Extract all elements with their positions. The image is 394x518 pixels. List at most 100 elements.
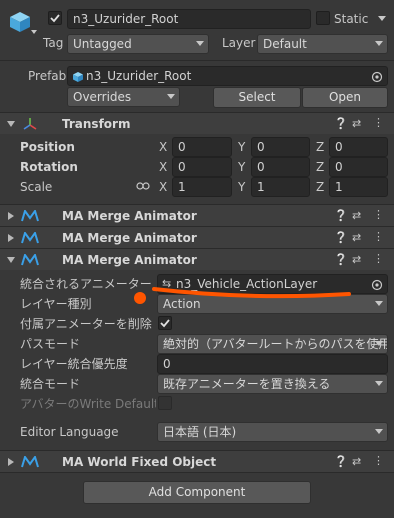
transform-icon [22, 116, 38, 135]
icon-dropdown-arrow-icon[interactable] [31, 30, 37, 34]
modular-avatar-icon [21, 456, 39, 468]
layer-type-dropdown[interactable]: Action [157, 294, 388, 314]
position-label: Position [20, 140, 75, 154]
chevron-down-icon [375, 301, 383, 306]
foldout-open-icon[interactable] [7, 257, 15, 263]
layer-value: Default [263, 37, 307, 51]
open-button[interactable]: Open [302, 87, 388, 108]
rotation-z-field[interactable]: 0 [329, 157, 388, 177]
prefab-label: Prefab [28, 69, 67, 83]
rotation-y-label[interactable]: Y [238, 161, 245, 173]
help-icon[interactable]: ❔ [334, 253, 348, 267]
transform-title: Transform [62, 117, 131, 131]
help-icon[interactable]: ❔ [334, 209, 348, 223]
footer-divider [0, 472, 394, 473]
position-x-label[interactable]: X [159, 141, 167, 153]
merge-animator-title-3: MA Merge Animator [62, 253, 197, 267]
editor-language-dropdown[interactable]: 日本語 (日本) [157, 422, 388, 442]
scale-x-field[interactable]: 1 [172, 177, 232, 197]
scale-z-field[interactable]: 1 [329, 177, 388, 197]
foldout-open-icon[interactable] [7, 121, 15, 127]
merge-animator-header-3[interactable]: MA Merge Animator ❔ ⇄ ⋮ [0, 248, 394, 270]
prefab-field[interactable]: n3_Uzurider_Root [67, 66, 388, 86]
path-mode-dropdown[interactable]: 絶対的（アバタールートからのパスを使用） [157, 334, 388, 354]
scale-label: Scale [20, 180, 53, 194]
constrain-proportions-icon[interactable] [136, 180, 150, 195]
layer-label: Layer [222, 36, 256, 50]
animator-controller-icon: ⇆ [162, 277, 172, 290]
layer-type-value: Action [163, 297, 201, 311]
position-z-label[interactable]: Z [316, 141, 324, 153]
merge-mode-label: 統合モード [20, 377, 81, 391]
more-menu-icon[interactable]: ⋮ [373, 252, 384, 266]
position-y-field[interactable]: 0 [251, 137, 310, 157]
chevron-down-icon [196, 41, 204, 46]
delete-attached-checkbox[interactable] [158, 316, 172, 330]
preset-icon[interactable]: ⇄ [352, 209, 361, 223]
modular-avatar-icon [21, 254, 39, 266]
preset-icon[interactable]: ⇄ [352, 253, 361, 267]
merge-animator-header-1[interactable]: MA Merge Animator ❔ ⇄ ⋮ [0, 204, 394, 226]
position-z-field[interactable]: 0 [329, 137, 388, 157]
animator-field[interactable]: ⇆ n3_Vehicle_ActionLayer [157, 274, 388, 294]
select-button[interactable]: Select [213, 87, 301, 108]
rotation-x-label[interactable]: X [159, 161, 167, 173]
rotation-x-field[interactable]: 0 [172, 157, 232, 177]
modular-avatar-icon [21, 232, 39, 244]
modular-avatar-icon [21, 210, 39, 222]
scale-z-label[interactable]: Z [316, 181, 324, 193]
more-menu-icon[interactable]: ⋮ [373, 208, 384, 222]
object-picker-icon[interactable] [371, 70, 383, 85]
tag-value: Untagged [73, 37, 132, 51]
write-defaults-label: アバターのWrite Defaults設 [20, 398, 156, 410]
preset-icon[interactable]: ⇄ [352, 117, 361, 131]
merge-mode-dropdown[interactable]: 既存アニメーターを置き換える [157, 374, 388, 394]
preset-icon[interactable]: ⇄ [352, 231, 361, 245]
static-dropdown-arrow-icon[interactable] [378, 16, 386, 21]
write-defaults-checkbox [158, 396, 172, 410]
editor-language-value: 日本語 (日本) [163, 425, 237, 439]
more-menu-icon[interactable]: ⋮ [373, 230, 384, 244]
static-checkbox[interactable] [316, 11, 330, 25]
layer-dropdown[interactable]: Default [257, 34, 388, 54]
rotation-y-field[interactable]: 0 [251, 157, 310, 177]
chevron-down-icon [375, 341, 383, 346]
help-icon[interactable]: ❔ [334, 231, 348, 245]
scale-y-label[interactable]: Y [238, 181, 245, 193]
object-name-field[interactable]: n3_Uzurider_Root [67, 9, 311, 29]
foldout-closed-icon[interactable] [8, 212, 14, 220]
animator-value: n3_Vehicle_ActionLayer [176, 277, 318, 291]
foldout-closed-icon[interactable] [8, 234, 14, 242]
layer-priority-label: レイヤー統合優先度 [20, 357, 128, 371]
object-picker-icon[interactable] [371, 278, 383, 293]
animator-label: 統合されるアニメーター [20, 277, 152, 291]
overrides-dropdown[interactable]: Overrides [67, 87, 180, 107]
scale-y-field[interactable]: 1 [251, 177, 310, 197]
delete-attached-label: 付属アニメーターを削除 [20, 317, 152, 331]
editor-language-label: Editor Language [20, 425, 119, 439]
merge-animator-title-2: MA Merge Animator [62, 231, 197, 245]
layer-priority-field[interactable]: 0 [157, 354, 388, 374]
more-menu-icon[interactable]: ⋮ [373, 116, 384, 130]
help-icon[interactable]: ❔ [334, 455, 348, 469]
preset-icon[interactable]: ⇄ [352, 455, 361, 469]
foldout-closed-icon[interactable] [8, 458, 14, 466]
annotation-dot [134, 292, 146, 304]
transform-header[interactable]: Transform ❔ ⇄ ⋮ [0, 112, 394, 134]
scale-x-label[interactable]: X [159, 181, 167, 193]
world-fixed-header[interactable]: MA World Fixed Object ❔ ⇄ ⋮ [0, 450, 394, 472]
rotation-z-label[interactable]: Z [316, 161, 324, 173]
chevron-down-icon [167, 94, 175, 99]
more-menu-icon[interactable]: ⋮ [373, 454, 384, 468]
chevron-down-icon [375, 429, 383, 434]
merge-mode-value: 既存アニメーターを置き換える [163, 377, 331, 391]
path-mode-value: 絶対的（アバタールートからのパスを使用） [163, 337, 388, 351]
position-x-field[interactable]: 0 [172, 137, 232, 157]
prefab-asset-icon [72, 70, 84, 85]
merge-animator-header-2[interactable]: MA Merge Animator ❔ ⇄ ⋮ [0, 226, 394, 248]
help-icon[interactable]: ❔ [334, 117, 348, 131]
tag-dropdown[interactable]: Untagged [67, 34, 209, 54]
add-component-button[interactable]: Add Component [83, 481, 311, 504]
active-checkbox[interactable] [48, 11, 62, 25]
position-y-label[interactable]: Y [238, 141, 245, 153]
